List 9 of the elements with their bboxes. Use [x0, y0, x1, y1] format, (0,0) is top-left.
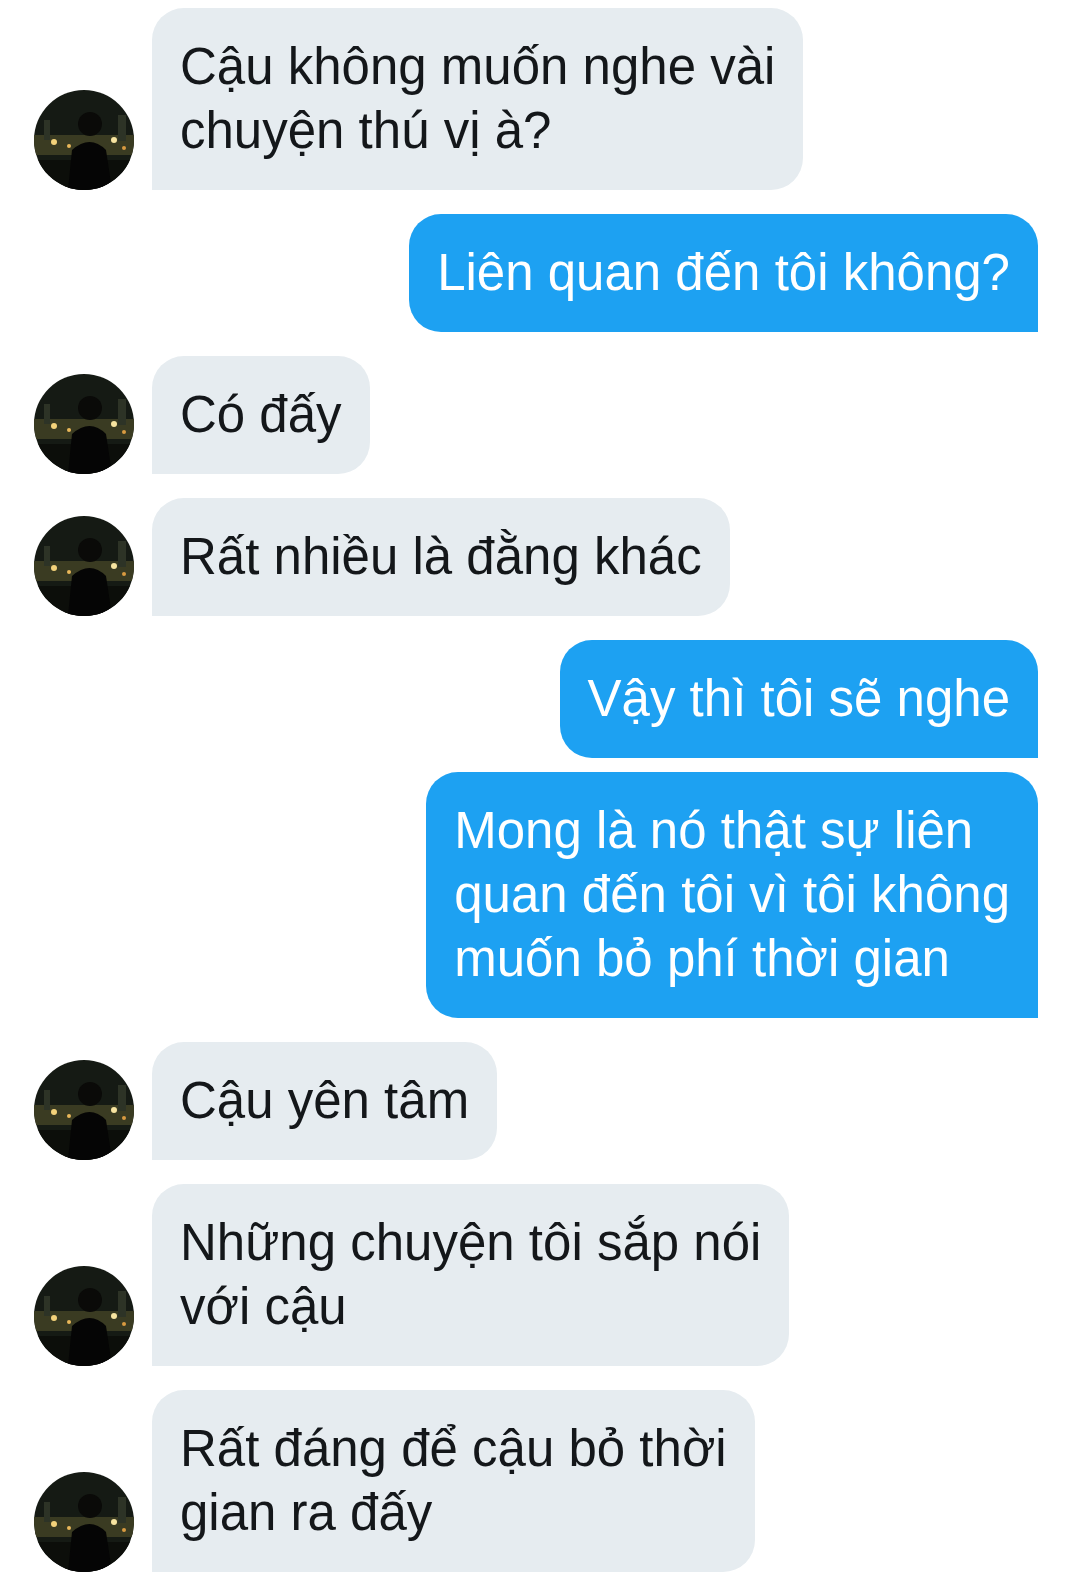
message-bubble: Rất nhiều là đằng khác	[152, 498, 730, 616]
message-bubble: Mong là nó thật sự liên quan đến tôi vì tôi không muốn bỏ phí thời gian	[426, 772, 1038, 1018]
message-bubble: Những chuyện tôi sắp nói với cậu	[152, 1184, 790, 1366]
message-bubble: Liên quan đến tôi không?	[409, 214, 1038, 332]
message-bubble: Có đấy	[152, 356, 370, 474]
message-bubble: Rất đáng để cậu bỏ thời gian ra đấy	[152, 1390, 755, 1572]
message-bubble: Vậy thì tôi sẽ nghe	[559, 640, 1038, 758]
message-bubble: Cậu yên tâm	[152, 1042, 498, 1160]
message-bubble: Cậu không muốn nghe vài chuyện thú vị à?	[152, 8, 804, 190]
